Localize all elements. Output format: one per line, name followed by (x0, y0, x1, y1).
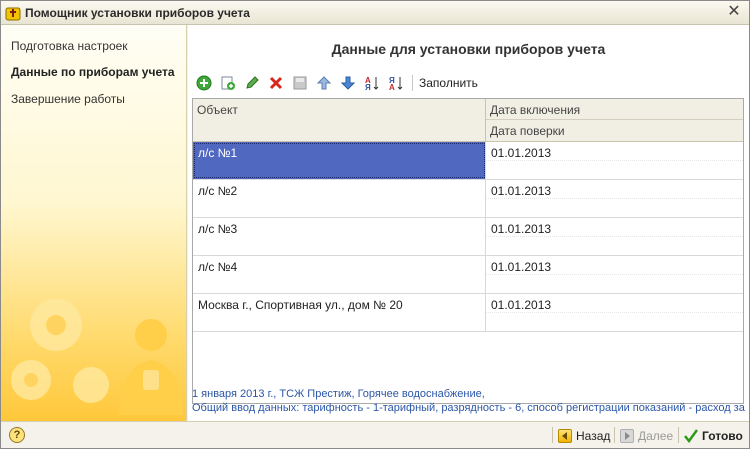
cell-object[interactable]: л/с №2 (193, 180, 486, 217)
sort-asc-icon[interactable]: АЯ (362, 73, 382, 93)
edit-icon[interactable] (242, 73, 262, 93)
table-row[interactable]: л/с №1 01.01.2013 (193, 142, 743, 180)
svg-text:А: А (389, 83, 395, 91)
page-heading: Данные для установки приборов учета (331, 41, 606, 57)
footer-separator (552, 427, 553, 443)
selection-info: 1 января 2013 г., ТСЖ Престиж, Горячее в… (192, 387, 748, 415)
cell-date-check[interactable] (486, 199, 743, 217)
table-row[interactable]: л/с №2 01.01.2013 (193, 180, 743, 218)
info-line-2: Общий ввод данных: тарифность - 1-тарифн… (192, 402, 745, 414)
column-header-date-on[interactable]: Дата включения (486, 99, 743, 120)
sort-desc-icon[interactable]: ЯА (386, 73, 406, 93)
cell-date-on[interactable]: 01.01.2013 (486, 142, 743, 161)
back-label: Назад (576, 428, 611, 443)
delete-icon[interactable] (266, 73, 286, 93)
close-icon[interactable]: ✕ (725, 3, 743, 21)
cell-date-on[interactable]: 01.01.2013 (486, 180, 743, 199)
table-row[interactable]: Москва г., Спортивная ул., дом № 20 01.0… (193, 294, 743, 332)
gears-illustration (11, 299, 183, 415)
footer-separator (614, 427, 615, 443)
table-row[interactable]: л/с №3 01.01.2013 (193, 218, 743, 256)
arrow-right-icon (620, 428, 634, 443)
cell-date-check[interactable] (486, 275, 743, 293)
steps-panel: Подготовка настроек Данные по приборам у… (1, 25, 187, 421)
cell-date-check[interactable] (486, 161, 743, 179)
checkmark-icon (684, 428, 698, 443)
column-header-date-check[interactable]: Дата поверки (486, 120, 743, 142)
add-icon[interactable] (194, 73, 214, 93)
cell-object[interactable]: л/с №1 (193, 142, 486, 179)
done-label: Готово (702, 428, 743, 443)
cell-date-check[interactable] (486, 313, 743, 331)
cell-object[interactable]: Москва г., Спортивная ул., дом № 20 (193, 294, 486, 331)
window-title: Помощник установки приборов учета (25, 6, 250, 20)
app-icon (5, 5, 21, 21)
cell-object[interactable]: л/с №4 (193, 256, 486, 293)
svg-text:Я: Я (365, 83, 371, 91)
copy-icon[interactable] (218, 73, 238, 93)
help-icon[interactable]: ? (9, 427, 25, 443)
arrow-left-icon (558, 428, 572, 443)
wizard-footer: ? Назад Далее Готово (1, 421, 749, 448)
footer-separator (678, 427, 679, 443)
info-line-1: 1 января 2013 г., ТСЖ Престиж, Горячее в… (192, 388, 485, 400)
cell-date-on[interactable]: 01.01.2013 (486, 294, 743, 313)
column-header-object[interactable]: Объект (193, 99, 486, 142)
step-prepare-settings[interactable]: Подготовка настроек (11, 39, 128, 53)
fill-button[interactable]: Заполнить (419, 76, 478, 90)
next-label: Далее (638, 428, 674, 443)
done-button[interactable]: Готово (684, 426, 743, 445)
table-row[interactable]: л/с №4 01.01.2013 (193, 256, 743, 294)
step-finish[interactable]: Завершение работы (11, 92, 125, 106)
move-up-icon[interactable] (314, 73, 334, 93)
next-button[interactable]: Далее (620, 426, 673, 445)
cell-date-on[interactable]: 01.01.2013 (486, 256, 743, 275)
save-icon[interactable] (290, 73, 310, 93)
move-down-icon[interactable] (338, 73, 358, 93)
back-button[interactable]: Назад (558, 426, 610, 445)
meters-table: Объект Дата включения Дата поверки л/с №… (192, 98, 744, 404)
wizard-window: Помощник установки приборов учета ✕ Подг… (0, 0, 750, 449)
step-meter-data[interactable]: Данные по приборам учета (11, 65, 175, 79)
cell-date-check[interactable] (486, 237, 743, 255)
toolbar-separator (412, 75, 413, 91)
cell-date-on[interactable]: 01.01.2013 (486, 218, 743, 237)
title-bar: Помощник установки приборов учета ✕ (1, 1, 749, 25)
table-toolbar: АЯ ЯА Заполнить (194, 73, 478, 93)
cell-object[interactable]: л/с №3 (193, 218, 486, 255)
main-panel: Данные для установки приборов учета А Я … (188, 25, 749, 421)
